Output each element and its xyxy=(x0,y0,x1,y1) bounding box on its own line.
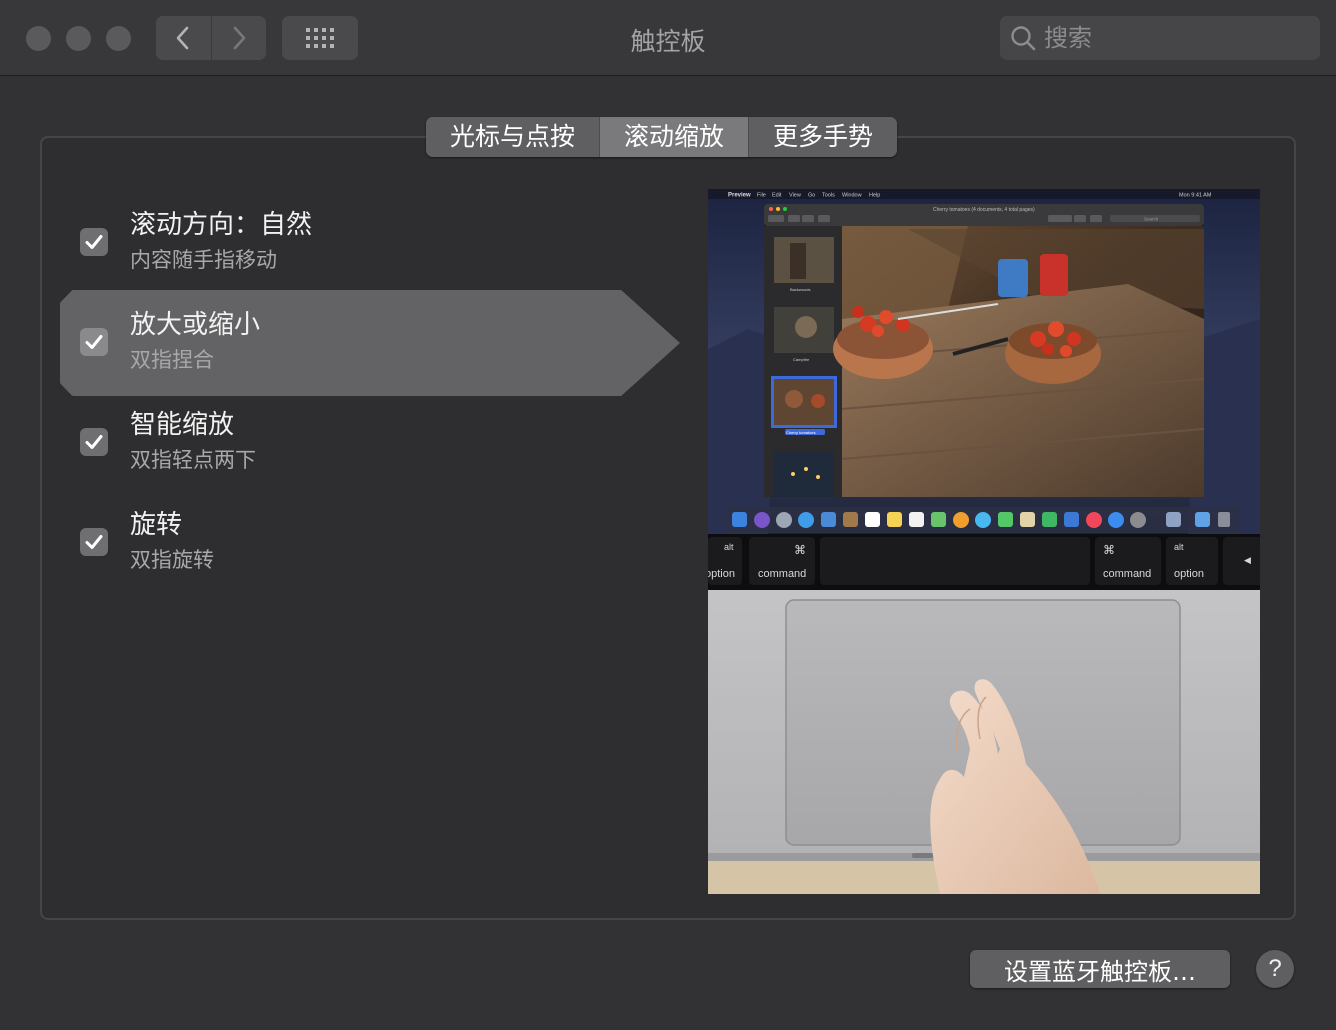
checkmark-icon xyxy=(85,435,103,449)
option-title: 放大或缩小 xyxy=(130,310,261,340)
preview-window-title: Cherry tomatoes (4 documents, 4 total pa… xyxy=(933,207,1035,213)
checkmark-icon xyxy=(85,535,103,549)
svg-text:Go: Go xyxy=(808,193,815,199)
scroll-direction-checkbox[interactable] xyxy=(80,228,108,256)
svg-text:⌘: ⌘ xyxy=(794,543,806,557)
svg-text:◀: ◀ xyxy=(1244,555,1251,565)
option-subtitle: 双指旋转 xyxy=(130,548,214,572)
option-smart-zoom[interactable]: 智能缩放 双指轻点两下 xyxy=(60,390,680,496)
tab-more-gestures[interactable]: 更多手势 xyxy=(748,117,898,157)
svg-text:alt: alt xyxy=(1174,542,1184,552)
svg-text:command: command xyxy=(1103,568,1151,580)
option-title: 旋转 xyxy=(130,510,183,540)
checkmark-icon xyxy=(85,335,103,349)
gesture-preview: Preview File Edit View Go Tools Window H… xyxy=(708,189,1260,894)
option-subtitle: 内容随手指移动 xyxy=(130,248,277,272)
search-input[interactable] xyxy=(1044,24,1294,52)
option-title: 智能缩放 xyxy=(130,410,235,440)
svg-text:⌘: ⌘ xyxy=(1103,543,1115,557)
search-field[interactable] xyxy=(1000,16,1320,60)
help-button[interactable]: ? xyxy=(1256,950,1294,988)
rotate-checkbox[interactable] xyxy=(80,528,108,556)
tab-scroll-and-zoom[interactable]: 滚动缩放 xyxy=(599,117,749,157)
search-icon xyxy=(1011,26,1036,51)
option-rotate[interactable]: 旋转 双指旋转 xyxy=(60,490,680,596)
svg-text:option: option xyxy=(708,568,735,580)
option-subtitle: 双指捏合 xyxy=(130,348,214,372)
svg-text:Tools: Tools xyxy=(822,193,835,199)
svg-text:View: View xyxy=(789,193,801,199)
svg-text:Help: Help xyxy=(869,193,880,199)
menubar-clock: Mon 9:41 AM xyxy=(1179,193,1212,199)
svg-text:option: option xyxy=(1174,568,1204,580)
title-bar: 触控板 xyxy=(0,0,1336,76)
option-zoom-in-out[interactable]: 放大或缩小 双指捏合 xyxy=(60,290,680,396)
setup-bluetooth-trackpad-button[interactable]: 设置蓝牙触控板… xyxy=(970,950,1230,988)
menubar-app-name: Preview xyxy=(728,193,751,199)
checkmark-icon xyxy=(85,235,103,249)
svg-text:File: File xyxy=(757,193,766,199)
option-title: 滚动方向：自然 xyxy=(130,210,313,240)
gesture-preview-illustration: Preview File Edit View Go Tools Window H… xyxy=(708,189,1260,894)
svg-text:Cherry tomatoes: Cherry tomatoes xyxy=(786,430,816,435)
option-subtitle: 双指轻点两下 xyxy=(130,448,256,472)
svg-text:Edit: Edit xyxy=(772,193,782,199)
smart-zoom-checkbox[interactable] xyxy=(80,428,108,456)
option-scroll-direction[interactable]: 滚动方向：自然 内容随手指移动 xyxy=(60,190,680,296)
svg-text:Search: Search xyxy=(1144,217,1159,222)
svg-text:Window: Window xyxy=(842,193,862,199)
svg-text:alt: alt xyxy=(724,542,734,552)
svg-text:Backwoods: Backwoods xyxy=(790,287,810,292)
tab-point-and-click[interactable]: 光标与点按 xyxy=(426,117,600,157)
tab-bar: 光标与点按 滚动缩放 更多手势 xyxy=(426,117,898,157)
svg-text:Campfire: Campfire xyxy=(793,357,810,362)
zoom-in-out-checkbox[interactable] xyxy=(80,328,108,356)
svg-text:command: command xyxy=(758,568,806,580)
